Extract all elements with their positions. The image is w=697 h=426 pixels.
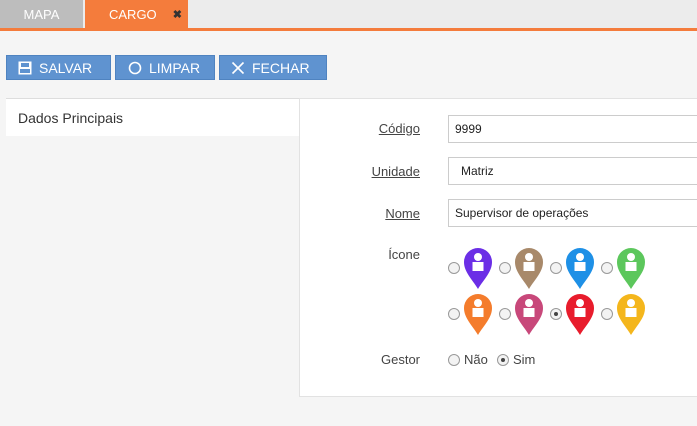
close-x-icon [231, 61, 245, 74]
green-pin-radio[interactable] [601, 262, 613, 274]
toolbar: SALVAR LIMPAR FECHAR [6, 55, 331, 80]
close-button-label: FECHAR [252, 59, 310, 76]
tab-bar: MAPA CARGO ✖ [0, 0, 697, 31]
close-button[interactable]: FECHAR [219, 55, 327, 80]
clear-button[interactable]: LIMPAR [115, 55, 215, 80]
brown-pin-icon[interactable] [513, 246, 545, 290]
yellow-pin-icon[interactable] [615, 292, 647, 336]
brown-pin-radio[interactable] [499, 262, 511, 274]
blue-pin-icon[interactable] [564, 246, 596, 290]
save-button-label: SALVAR [39, 59, 93, 76]
unidade-select[interactable]: Matriz [448, 157, 697, 185]
codigo-value: 9999 [455, 122, 482, 136]
tab-cargo[interactable]: CARGO ✖ [85, 0, 188, 28]
icone-label: Ícone [388, 247, 420, 262]
gestor-sim-label: Sim [513, 352, 536, 367]
tab-cargo-label: CARGO [109, 6, 157, 22]
pink-pin-icon[interactable] [513, 292, 545, 336]
orange-pin-icon[interactable] [462, 292, 494, 336]
form-panel: Código 9999 Unidade Matriz Nome Supervis… [299, 98, 697, 397]
clear-button-label: LIMPAR [149, 59, 201, 76]
blue-pin-radio[interactable] [550, 262, 562, 274]
gestor-sim-radio[interactable] [497, 354, 509, 366]
red-pin-icon[interactable] [564, 292, 596, 336]
gestor-nao-label: Não [464, 352, 488, 367]
circle-icon [128, 61, 142, 74]
save-icon [18, 61, 32, 74]
unidade-label: Unidade [371, 164, 420, 179]
unidade-value: Matriz [461, 164, 494, 178]
pink-pin-radio[interactable] [499, 308, 511, 320]
green-pin-icon[interactable] [615, 246, 647, 290]
gestor-nao-radio[interactable] [448, 354, 460, 366]
save-button[interactable]: SALVAR [6, 55, 111, 80]
yellow-pin-radio[interactable] [601, 308, 613, 320]
orange-pin-radio[interactable] [448, 308, 460, 320]
close-icon[interactable]: ✖ [173, 8, 182, 21]
nome-value: Supervisor de operações [455, 206, 589, 220]
nome-input[interactable]: Supervisor de operações [448, 199, 697, 227]
purple-pin-radio[interactable] [448, 262, 460, 274]
codigo-input[interactable]: 9999 [448, 115, 697, 143]
tab-mapa[interactable]: MAPA [0, 0, 83, 28]
side-tab-label: Dados Principais [18, 109, 124, 126]
side-tab-dados-principais[interactable]: Dados Principais [6, 98, 300, 136]
red-pin-radio[interactable] [550, 308, 562, 320]
codigo-label: Código [378, 121, 420, 136]
tab-mapa-label: MAPA [23, 6, 60, 22]
purple-pin-icon[interactable] [462, 246, 494, 290]
nome-label: Nome [385, 206, 420, 221]
gestor-label: Gestor [380, 352, 420, 367]
